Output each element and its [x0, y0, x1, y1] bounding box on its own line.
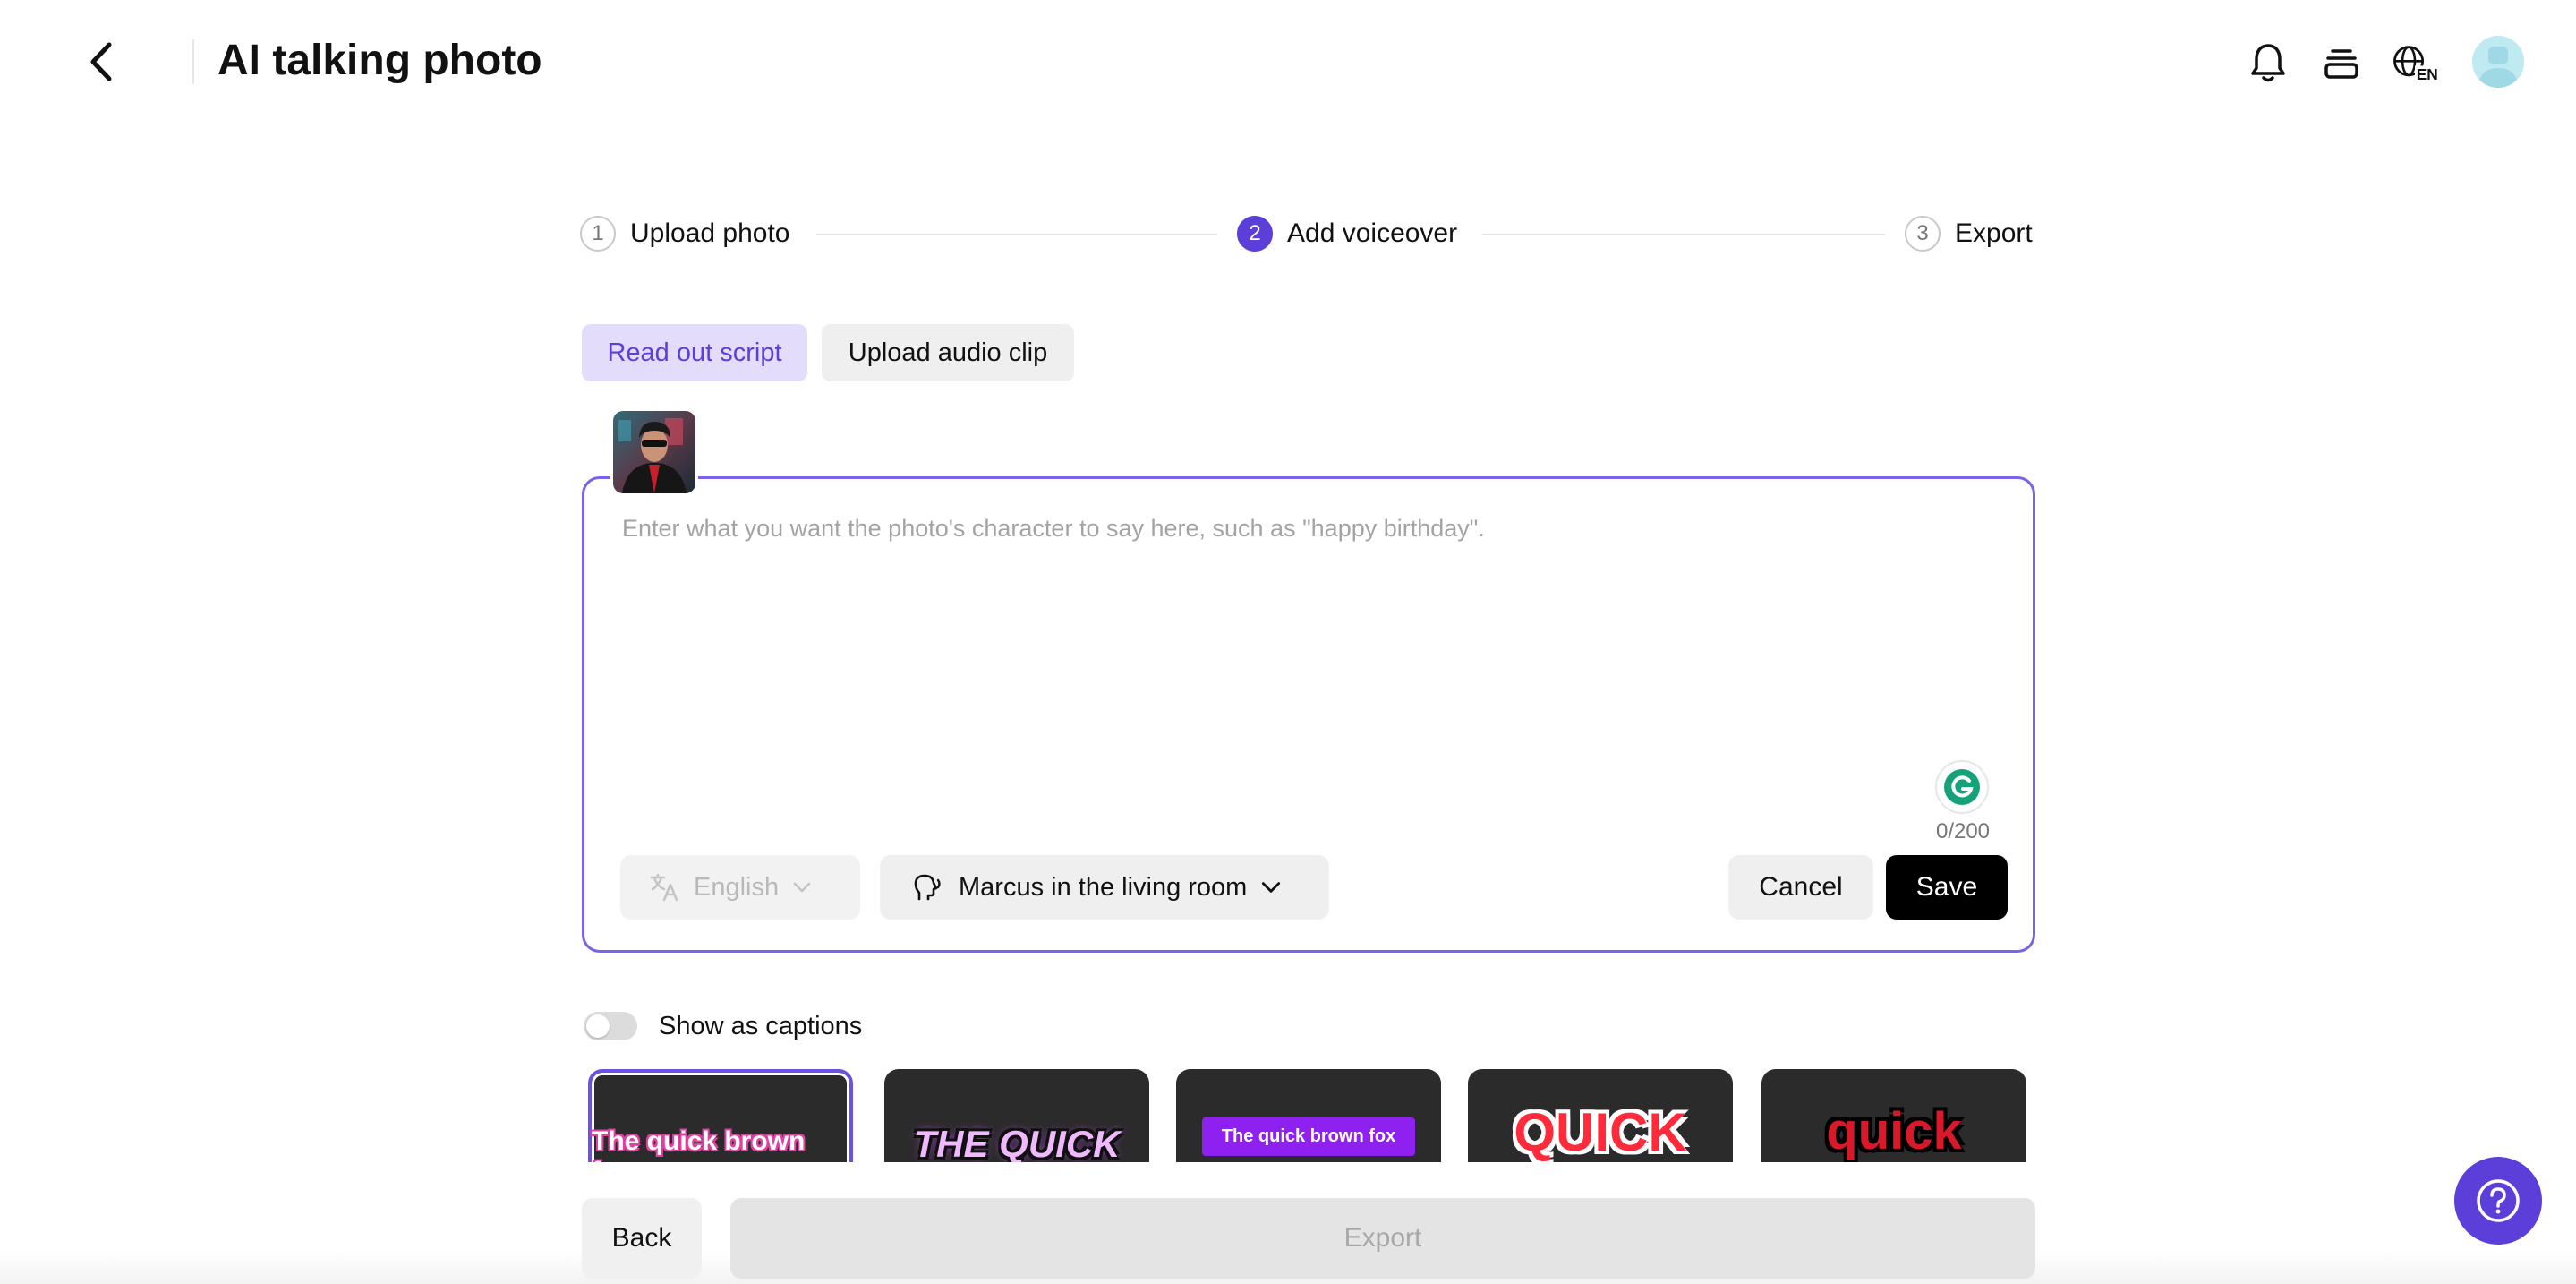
step-connector — [1482, 234, 1885, 235]
translate-icon — [650, 873, 678, 902]
captions-toggle[interactable] — [584, 1012, 637, 1040]
language-value: English — [694, 872, 780, 902]
cancel-button[interactable]: Cancel — [1728, 855, 1873, 920]
app-page: AI talking photo EN 1 Upload photo 2 Add… — [0, 0, 2576, 1284]
step-label: Export — [1955, 218, 2033, 248]
toggle-knob — [586, 1014, 610, 1038]
grammarly-logo-icon — [1944, 769, 1980, 805]
step-label: Upload photo — [630, 218, 790, 248]
back-button[interactable]: Back — [582, 1198, 702, 1279]
avatar-user-icon — [2472, 36, 2524, 88]
voice-select[interactable]: Marcus in the living room — [880, 855, 1329, 920]
step-upload-photo[interactable]: 1 Upload photo — [580, 211, 789, 256]
character-count: 0/200 — [1935, 819, 1991, 843]
script-text-input[interactable] — [622, 515, 1992, 748]
caption-style-4[interactable]: QUICK — [1468, 1069, 1733, 1162]
progress-stepper: 1 Upload photo 2 Add voiceover 3 Export — [580, 211, 2034, 256]
character-photo-thumbnail — [610, 408, 698, 496]
step-label: Add voiceover — [1287, 218, 1458, 248]
step-number: 1 — [580, 216, 616, 252]
caption-style-5[interactable]: quick — [1761, 1069, 2026, 1162]
script-editor-card: 0/200 English Marcus in the living room … — [582, 476, 2035, 953]
back-chevron-icon[interactable] — [82, 39, 122, 84]
page-title: AI talking photo — [218, 37, 542, 84]
stack-icon[interactable] — [2318, 39, 2365, 86]
step-number: 2 — [1237, 216, 1273, 252]
step-number: 3 — [1905, 216, 1941, 252]
caption-style-2[interactable]: THE QUICK — [884, 1069, 1149, 1162]
user-avatar[interactable] — [2472, 36, 2524, 88]
caption-style-3[interactable]: The quick brown fox — [1176, 1069, 1441, 1162]
caption-style-3-text: The quick brown fox — [1201, 1117, 1416, 1156]
step-export[interactable]: 3 Export — [1905, 211, 2033, 256]
chevron-down-icon — [793, 882, 811, 893]
voice-value: Marcus in the living room — [959, 872, 1248, 902]
voice-head-icon — [914, 874, 941, 901]
globe-icon[interactable]: EN — [2392, 39, 2438, 86]
character-portrait-image — [613, 411, 695, 493]
question-mark-icon — [2477, 1179, 2520, 1222]
tab-read-out-script[interactable]: Read out script — [582, 324, 807, 381]
bell-icon[interactable] — [2245, 39, 2291, 86]
help-button[interactable] — [2454, 1157, 2542, 1245]
save-button[interactable]: Save — [1886, 855, 2008, 920]
step-add-voiceover[interactable]: 2 Add voiceover — [1237, 211, 1457, 256]
caption-style-1[interactable]: The quick brown fox — [588, 1069, 853, 1162]
tab-upload-audio-clip[interactable]: Upload audio clip — [822, 324, 1074, 381]
step-connector — [816, 234, 1217, 235]
header-divider — [192, 39, 194, 84]
export-button: Export — [730, 1198, 2035, 1279]
caption-style-list: The quick brown fox THE QUICK The quick … — [582, 1062, 2035, 1162]
chevron-down-icon — [1262, 882, 1281, 893]
language-badge: EN — [2417, 65, 2438, 83]
top-header: AI talking photo EN — [0, 0, 2576, 125]
grammarly-icon[interactable] — [1935, 760, 1989, 814]
language-select: English — [620, 855, 860, 920]
captions-toggle-label: Show as captions — [659, 1012, 863, 1040]
